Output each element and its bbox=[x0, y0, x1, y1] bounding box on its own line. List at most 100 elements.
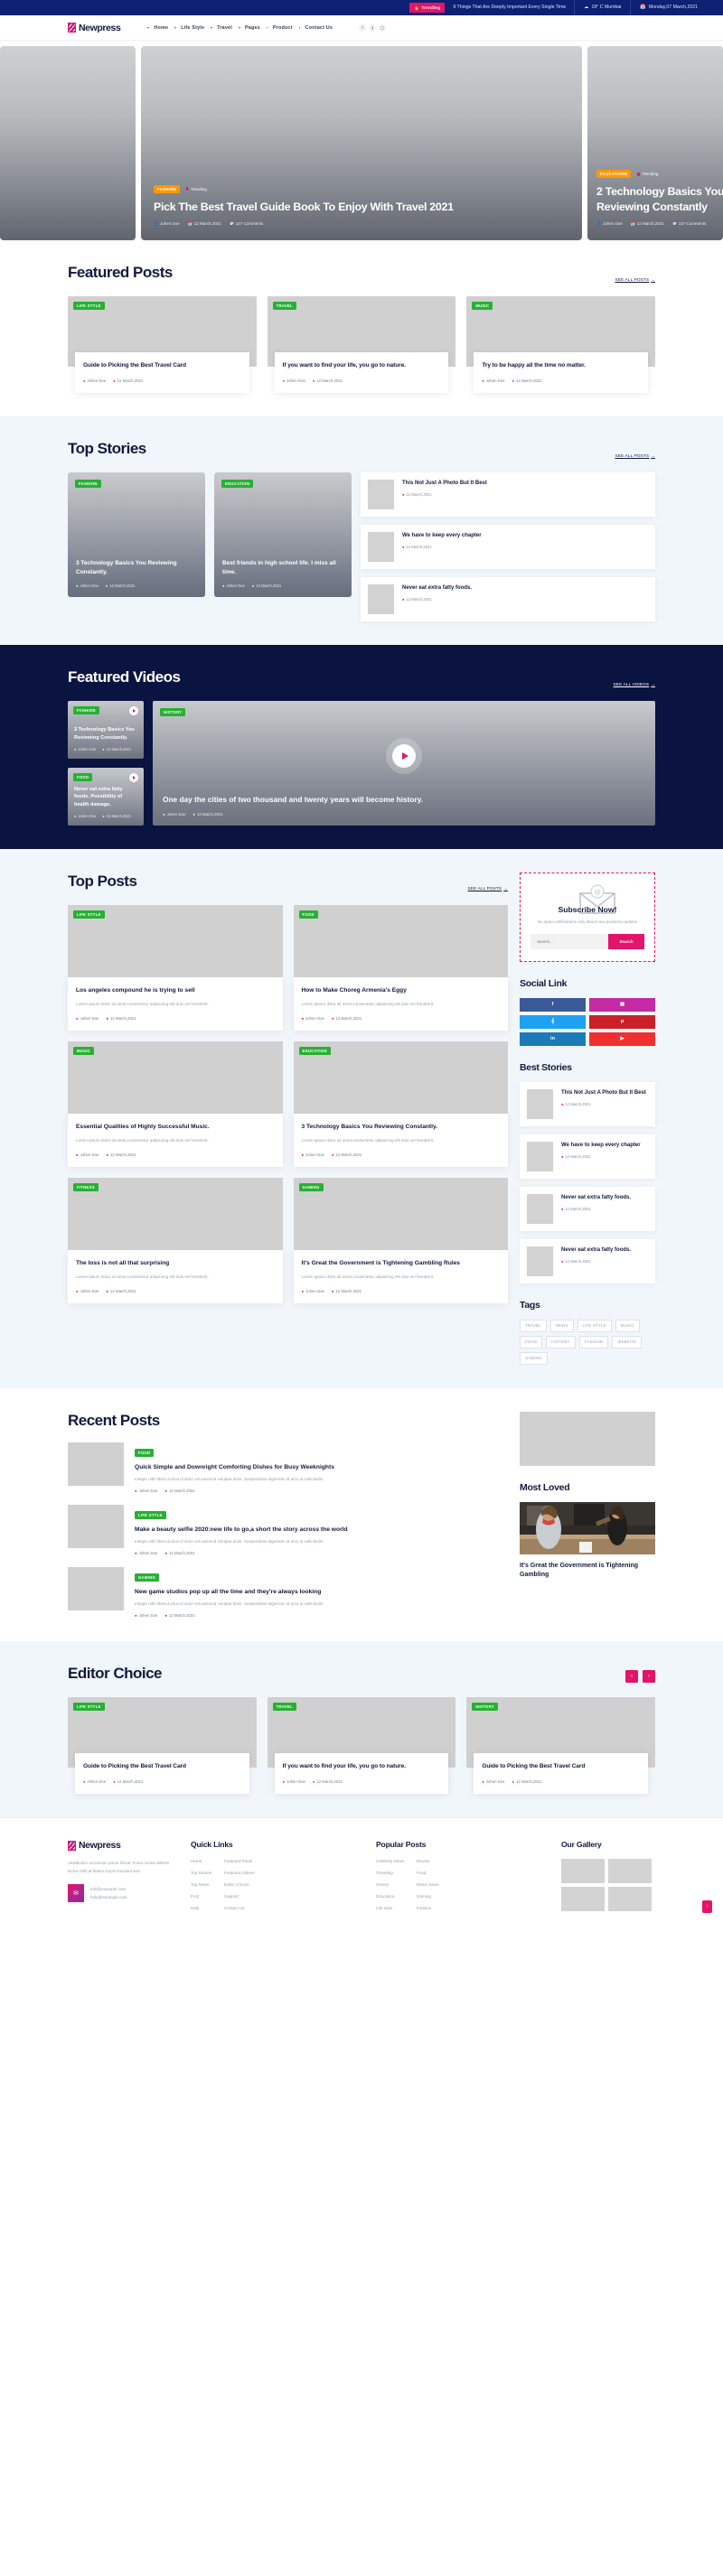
hero-card-next[interactable]: EDUCATIONS Trending 2 Technology Basics … bbox=[587, 46, 723, 240]
story-card[interactable]: FASHION 3 Technology Basics You Reviewin… bbox=[68, 471, 205, 597]
post-title[interactable]: New game studios pop up all the time and… bbox=[135, 1588, 508, 1597]
list-item-title[interactable]: This Not Just A Photo But It Best bbox=[402, 480, 487, 488]
nav-item-life-style[interactable]: Life Style bbox=[174, 25, 211, 31]
twitter-icon[interactable]: 𝄞 bbox=[520, 1014, 586, 1029]
nav-item-travel[interactable]: Travel bbox=[211, 25, 239, 31]
category-badge[interactable]: GAMING bbox=[135, 1573, 160, 1582]
list-item-title[interactable]: We have to keep every chapter bbox=[402, 532, 482, 540]
linkedin-icon[interactable]: in bbox=[520, 1031, 586, 1046]
list-item[interactable]: We have to keep every chapter ● 12 March,… bbox=[361, 524, 655, 569]
recent-post-item[interactable]: LIFE STYLE Make a beauty selfie 2020:new… bbox=[68, 1505, 508, 1555]
hero-slide-prev[interactable] bbox=[0, 46, 136, 240]
footer-link[interactable]: Movies bbox=[417, 1859, 439, 1863]
category-badge[interactable]: FASHION bbox=[75, 479, 101, 488]
video-title[interactable]: One day the cities of two thousand and t… bbox=[163, 794, 645, 805]
list-item[interactable]: This Not Just A Photo But It Best ● 12 Ma… bbox=[520, 1081, 655, 1126]
editor-choice-card[interactable]: LIFE STYLE Guide to Picking the Best Tra… bbox=[68, 1697, 257, 1795]
hero-category-badge[interactable]: FASHION bbox=[154, 184, 180, 193]
featured-post-card[interactable]: LIFE STYLE Guide to Picking the Best Tra… bbox=[68, 296, 257, 393]
most-loved-caption[interactable]: It's Great the Government is Tightening … bbox=[520, 1562, 655, 1581]
footer-link[interactable]: Fashion bbox=[417, 1906, 439, 1910]
footer-link[interactable]: Top News bbox=[191, 1882, 211, 1887]
post-card[interactable]: MUSIC Essential Qualities of Highly Succ… bbox=[68, 1041, 283, 1167]
story-card[interactable]: EDUCATION Best friends in high school li… bbox=[214, 471, 352, 597]
most-loved-image[interactable] bbox=[520, 1501, 655, 1554]
featured-video-card[interactable]: HISTORY One day the cities of two thousa… bbox=[153, 700, 655, 826]
post-title[interactable]: If you want to find your life, you go to… bbox=[283, 361, 441, 370]
list-item-title[interactable]: We have to keep every chapter bbox=[561, 1142, 641, 1150]
footer-link[interactable]: History bbox=[376, 1882, 404, 1887]
footer-link[interactable]: Education bbox=[376, 1894, 404, 1899]
list-item[interactable]: Never eat extra fatty foods. ● 12 March,2… bbox=[520, 1186, 655, 1231]
editor-choice-card[interactable]: TRAVEL If you want to find your life, yo… bbox=[267, 1697, 456, 1795]
category-badge[interactable]: FITNESS bbox=[73, 1182, 99, 1191]
post-title[interactable]: How to Make Choreg Armenia's Eggy bbox=[302, 986, 501, 995]
footer-link[interactable]: Gaming bbox=[417, 1894, 439, 1899]
chevron-left-icon[interactable]: ‹ bbox=[625, 1670, 638, 1684]
hero-slide-active[interactable]: FASHION Trending Pick The Best Travel Gu… bbox=[141, 46, 582, 240]
category-badge[interactable]: FOOD bbox=[73, 772, 93, 781]
editor-choice-card[interactable]: HISTORY Guide to Picking the Best Travel… bbox=[466, 1697, 656, 1795]
footer-email-2[interactable]: help@example.com bbox=[90, 1893, 127, 1901]
footer-link[interactable]: Life style bbox=[376, 1906, 404, 1910]
chevron-right-icon[interactable]: › bbox=[643, 1670, 655, 1684]
gallery-thumbnail[interactable] bbox=[608, 1859, 652, 1884]
category-badge[interactable]: FOOD bbox=[135, 1448, 155, 1457]
hero-next-title[interactable]: 2 Technology Basics You Reviewing Consta… bbox=[596, 184, 723, 214]
post-title[interactable]: Guide to Picking the Best Travel Card bbox=[482, 1762, 640, 1771]
play-icon[interactable] bbox=[129, 772, 138, 782]
list-item-title[interactable]: Never eat extra fatty foods. bbox=[402, 584, 472, 593]
trending-headline[interactable]: 9 Things That Are Deeply Important Every… bbox=[445, 0, 576, 15]
search-input[interactable] bbox=[531, 933, 608, 949]
video-title[interactable]: Never eat extra fatty foods. Possibility… bbox=[74, 786, 137, 808]
youtube-icon[interactable]: ▶ bbox=[589, 1031, 655, 1046]
tag-item[interactable]: MUSIC bbox=[615, 1319, 640, 1332]
video-card[interactable]: FASHION 3 Technology Basics You Reviewin… bbox=[68, 700, 144, 759]
tag-item[interactable]: HISTORY bbox=[546, 1335, 576, 1349]
post-title[interactable]: The loss is not all that surprising bbox=[76, 1259, 275, 1268]
nav-item-home[interactable]: Home bbox=[147, 25, 174, 31]
nav-item-pages[interactable]: Pages bbox=[239, 25, 267, 31]
footer-link[interactable]: Traveling bbox=[376, 1871, 404, 1875]
post-title[interactable]: Guide to Picking the Best Travel Card bbox=[83, 1762, 241, 1771]
footer-link[interactable]: Contact Us bbox=[224, 1906, 255, 1910]
video-card[interactable]: FOOD Never eat extra fatty foods. Possib… bbox=[68, 767, 144, 826]
chevron-up-icon[interactable]: ↑ bbox=[702, 1900, 712, 1914]
category-badge[interactable]: HISTORY bbox=[160, 707, 186, 716]
list-item-title[interactable]: Never eat extra fatty foods. bbox=[561, 1246, 631, 1255]
play-icon[interactable] bbox=[129, 705, 138, 715]
category-badge[interactable]: LIFE STYLE bbox=[73, 910, 105, 919]
post-card[interactable]: EDUCATION 3 Technology Basics You Review… bbox=[293, 1041, 508, 1167]
post-card[interactable]: FOOD How to Make Choreg Armenia's Eggy L… bbox=[293, 904, 508, 1031]
list-item[interactable]: We have to keep every chapter ● 12 March,… bbox=[520, 1134, 655, 1179]
hero-slide-next[interactable]: EDUCATIONS Trending 2 Technology Basics … bbox=[587, 46, 723, 240]
twitter-icon[interactable]: 𝄞 bbox=[369, 23, 377, 32]
see-all-posts-link[interactable]: SEE ALL POSTS → bbox=[615, 453, 655, 458]
play-icon[interactable] bbox=[392, 743, 416, 768]
category-badge[interactable]: MUSIC bbox=[73, 1046, 94, 1055]
recent-post-item[interactable]: FOOD Quick Simple and Downright Comforti… bbox=[68, 1442, 508, 1493]
trending-badge[interactable]: 🔥 Trending bbox=[409, 2, 446, 14]
category-badge[interactable]: LIFE STYLE bbox=[135, 1511, 166, 1520]
gallery-thumbnail[interactable] bbox=[561, 1887, 605, 1912]
tag-item[interactable]: LIFE STYLE bbox=[577, 1319, 612, 1332]
search-button[interactable]: Search bbox=[608, 933, 644, 949]
category-badge[interactable]: TRAVEL bbox=[272, 302, 296, 310]
hero-card-prev[interactable] bbox=[0, 46, 136, 240]
post-title[interactable]: It's Great the Government is Tightening … bbox=[302, 1259, 501, 1268]
category-badge[interactable]: HISTORY bbox=[472, 1703, 498, 1712]
gallery-thumbnail[interactable] bbox=[608, 1887, 652, 1912]
post-title[interactable]: 3 Technology Basics You Reviewing Consta… bbox=[302, 1123, 501, 1132]
nav-item-contact-us[interactable]: Contact Us bbox=[299, 25, 339, 31]
footer-link[interactable]: Home bbox=[191, 1859, 211, 1863]
hero-title[interactable]: Pick The Best Travel Guide Book To Enjoy… bbox=[154, 200, 569, 214]
category-badge[interactable]: EDUCATION bbox=[298, 1046, 331, 1055]
tag-item[interactable]: FOOD bbox=[520, 1335, 543, 1349]
see-all-posts-link[interactable]: SEE ALL POSTS → bbox=[615, 277, 655, 282]
featured-post-card[interactable]: MUSIC Try to be happy all the time no ma… bbox=[466, 296, 656, 393]
recent-post-item[interactable]: GAMING New game studios pop up all the t… bbox=[68, 1567, 508, 1618]
logo[interactable]: Newpress bbox=[68, 23, 121, 33]
post-card[interactable]: FITNESS The loss is not all that surpris… bbox=[68, 1177, 283, 1303]
see-all-posts-link[interactable]: SEE ALL POSTS → bbox=[468, 886, 508, 891]
post-title[interactable]: Make a beauty selfie 2020:new life to go… bbox=[135, 1526, 508, 1535]
